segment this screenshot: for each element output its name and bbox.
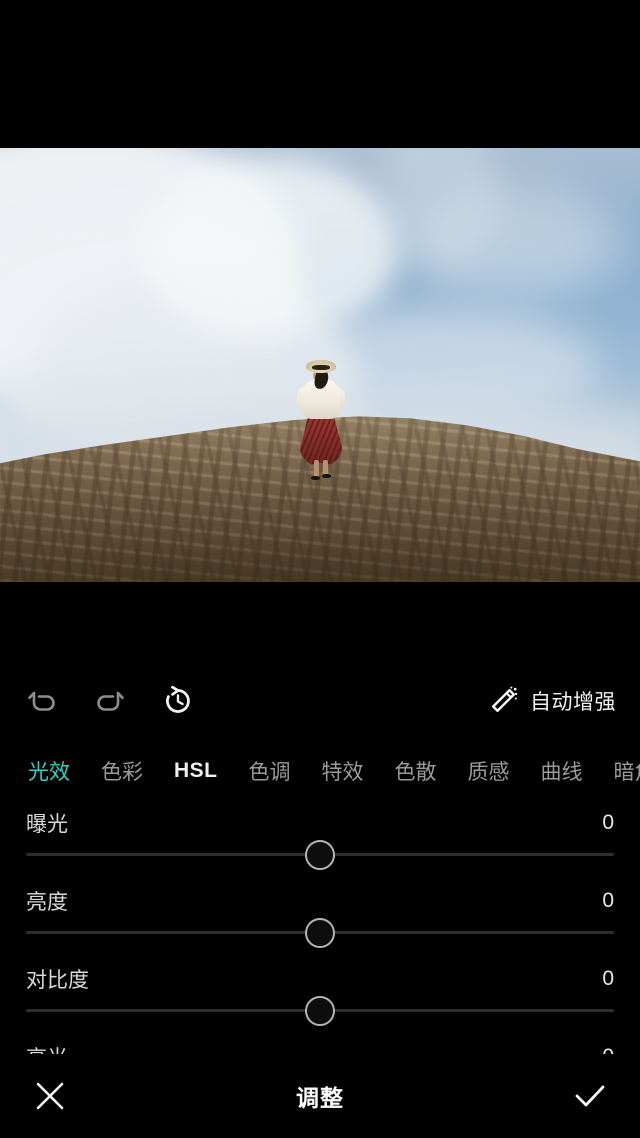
person-straw-hat [306,360,336,373]
slider-value: 0 [602,889,614,912]
auto-enhance-button[interactable]: 自动增强 [488,670,616,732]
redo-icon [97,691,124,711]
tab-3[interactable]: 色调 [249,756,291,786]
slider-value: 0 [602,967,614,990]
slider-thumb[interactable] [305,996,335,1026]
slider-row[interactable]: 亮度 0 [0,884,640,962]
slider-header: 亮度 0 [0,884,640,918]
slider-track-area[interactable] [26,840,614,870]
panel-title: 调整 [296,1085,344,1111]
photo-image [0,148,640,582]
slider-track-area[interactable] [26,996,614,1026]
close-icon [36,1082,64,1110]
photo-preview[interactable] [0,148,640,582]
photo-editor-screen: 自动增强 光效色彩HSL色调特效色散质感曲线暗角噪点 曝光0亮度0对比度0高光0… [0,0,640,1138]
tab-2[interactable]: HSL [174,759,218,783]
person-shoe [311,476,320,480]
adjust-category-tabs[interactable]: 光效色彩HSL色调特效色散质感曲线暗角噪点 [0,748,640,794]
history-controls [22,670,198,732]
slider-track-area[interactable] [26,918,614,948]
slider-label: 曝光 [26,813,68,836]
tab-4[interactable]: 特效 [322,756,364,786]
confirm-button[interactable] [566,1072,614,1120]
person-skirt [299,414,343,466]
tab-1[interactable]: 色彩 [101,756,143,786]
slider-thumb[interactable] [305,840,335,870]
status-bar-area [0,0,640,148]
slider-list[interactable]: 曝光0亮度0对比度0高光0 [0,806,640,1084]
tab-6[interactable]: 质感 [468,756,510,786]
cancel-button[interactable] [26,1072,74,1120]
undo-icon [28,691,55,711]
slider-row[interactable]: 对比度 0 [0,962,640,1040]
undo-button[interactable] [22,681,62,721]
slider-label: 对比度 [26,969,89,992]
person-figure [291,360,351,482]
tab-8[interactable]: 暗角 [614,756,640,786]
tab-5[interactable]: 色散 [395,756,437,786]
slider-label: 亮度 [26,891,68,914]
slider-row[interactable]: 曝光 0 [0,806,640,884]
cloud [140,158,400,338]
bottom-action-bar: 调整 [0,1054,640,1138]
redo-button[interactable] [90,681,130,721]
slider-header: 对比度 0 [0,962,640,996]
auto-enhance-label: 自动增强 [530,691,616,714]
edit-toolbar: 自动增强 [0,670,640,732]
check-icon [575,1085,605,1107]
person-shoe [322,474,331,478]
reset-button[interactable] [158,681,198,721]
reset-icon [166,685,190,713]
magic-wand-icon [492,686,518,712]
slider-header: 曝光 0 [0,806,640,840]
tab-7[interactable]: 曲线 [541,756,583,786]
slider-value: 0 [602,811,614,834]
slider-thumb[interactable] [305,918,335,948]
tab-0[interactable]: 光效 [28,756,70,786]
